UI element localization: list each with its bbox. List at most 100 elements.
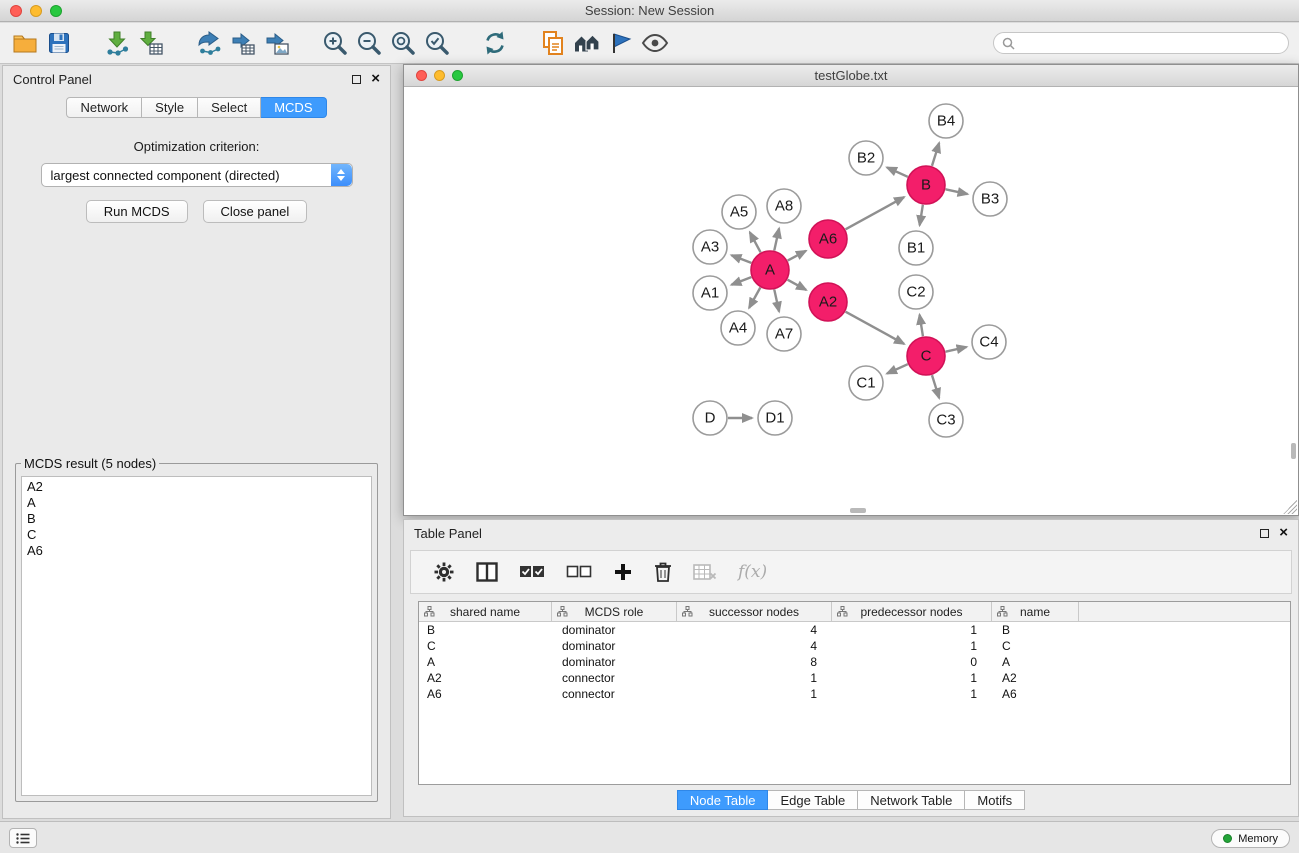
close-panel-button[interactable]: Close panel [203,200,308,223]
column-header[interactable]: predecessor nodes [832,602,992,621]
export-table-button[interactable] [226,26,260,60]
table-cell[interactable]: 1 [677,671,832,685]
search-input[interactable] [1015,35,1280,51]
node-B1[interactable]: B1 [899,231,933,265]
node-D[interactable]: D [693,401,727,435]
function-builder-button[interactable]: f(x) [738,562,767,582]
zoom-in-button[interactable] [318,26,352,60]
network-from-selection-button[interactable] [536,26,570,60]
node-A5[interactable]: A5 [722,195,756,229]
table-cell[interactable]: A2 [419,671,552,685]
node-D1[interactable]: D1 [758,401,792,435]
run-mcds-button[interactable]: Run MCDS [86,200,188,223]
zoom-fit-button[interactable] [386,26,420,60]
node-B2[interactable]: B2 [849,141,883,175]
export-image-button[interactable] [260,26,294,60]
table-cell[interactable]: 1 [832,687,992,701]
table-cell[interactable]: 4 [677,639,832,653]
edge-A-A4[interactable] [749,288,760,308]
table-cell[interactable]: B [419,623,552,637]
node-A1[interactable]: A1 [693,276,727,310]
table-row[interactable]: A2connector11A2 [419,670,1290,686]
table-settings-button[interactable] [433,561,455,583]
edge-A-A7[interactable] [774,290,779,312]
table-row[interactable]: A6connector11A6 [419,686,1290,702]
float-table-panel-icon[interactable] [1260,529,1269,538]
node-B[interactable]: B [907,166,945,204]
close-table-panel-icon[interactable]: × [1279,528,1288,538]
node-A4[interactable]: A4 [721,311,755,345]
edge-A-A5[interactable] [750,232,761,252]
table-cell[interactable]: A [419,655,552,669]
table-cell[interactable]: 1 [832,639,992,653]
mcds-result-item[interactable]: C [27,527,366,543]
column-header[interactable]: name [992,602,1079,621]
style-flag-button[interactable] [604,26,638,60]
table-cell[interactable]: A6 [419,687,552,701]
select-all-button[interactable] [519,564,545,580]
tab-network-table[interactable]: Network Table [858,790,965,810]
export-network-button[interactable] [192,26,226,60]
edge-C-C3[interactable] [932,375,939,398]
memory-button[interactable]: Memory [1211,829,1290,848]
show-hide-button[interactable] [638,26,672,60]
edge-A-A6[interactable] [788,251,806,261]
mcds-result-item[interactable]: A6 [27,543,366,559]
node-C4[interactable]: C4 [972,325,1006,359]
node-B4[interactable]: B4 [929,104,963,138]
tab-node-table[interactable]: Node Table [677,790,769,810]
open-file-button[interactable] [8,26,42,60]
edge-A6-B[interactable] [846,197,905,229]
table-cell[interactable]: A2 [992,671,1079,685]
search-box[interactable] [993,32,1289,54]
node-A3[interactable]: A3 [693,230,727,264]
edge-C-C1[interactable] [887,364,908,373]
edge-C-C2[interactable] [920,315,923,337]
tab-mcds[interactable]: MCDS [261,97,326,118]
edge-B-B2[interactable] [887,167,908,176]
table-cell[interactable]: dominator [552,623,677,637]
table-cell[interactable]: A [992,655,1079,669]
edge-B-B3[interactable] [946,189,968,194]
table-cell[interactable]: C [992,639,1079,653]
apply-layout-button[interactable] [478,26,512,60]
zoom-out-button[interactable] [352,26,386,60]
resize-grip[interactable] [1283,500,1297,514]
table-cell[interactable]: connector [552,671,677,685]
mcds-result-item[interactable]: A [27,495,366,511]
show-columns-button[interactable] [476,562,498,582]
table-row[interactable]: Bdominator41B [419,622,1290,638]
horizontal-scrollbar[interactable] [850,508,866,513]
edge-A2-C[interactable] [846,312,905,344]
tab-style[interactable]: Style [142,97,198,118]
edge-A-A3[interactable] [731,255,751,263]
edge-C-C4[interactable] [946,347,967,352]
close-panel-icon[interactable]: × [371,74,380,84]
node-A[interactable]: A [751,251,789,289]
mcds-result-list[interactable]: A2ABCA6 [21,476,372,796]
node-A8[interactable]: A8 [767,189,801,223]
network-graph[interactable]: B4B2BB3A5A8A6A3B1AA1C2A2A4A7C4CC1C3DD1 [405,88,1299,516]
table-row[interactable]: Adominator80A [419,654,1290,670]
float-panel-icon[interactable] [352,75,361,84]
mcds-result-item[interactable]: A2 [27,479,366,495]
table-cell[interactable]: 8 [677,655,832,669]
network-canvas[interactable]: B4B2BB3A5A8A6A3B1AA1C2A2A4A7C4CC1C3DD1 [405,88,1297,514]
tab-select[interactable]: Select [198,97,261,118]
node-C3[interactable]: C3 [929,403,963,437]
table-cell[interactable]: 0 [832,655,992,669]
node-C2[interactable]: C2 [899,275,933,309]
add-column-button[interactable] [613,562,633,582]
edge-B-B1[interactable] [920,205,923,226]
import-table-button[interactable] [134,26,168,60]
table-cell[interactable]: dominator [552,639,677,653]
column-header[interactable]: shared name [419,602,552,621]
table-cell[interactable]: 1 [832,623,992,637]
table-cell[interactable]: A6 [992,687,1079,701]
node-A2[interactable]: A2 [809,283,847,321]
node-B3[interactable]: B3 [973,182,1007,216]
import-network-button[interactable] [100,26,134,60]
edge-B-B4[interactable] [932,143,939,166]
home-button[interactable] [570,26,604,60]
deselect-all-button[interactable] [566,564,592,580]
